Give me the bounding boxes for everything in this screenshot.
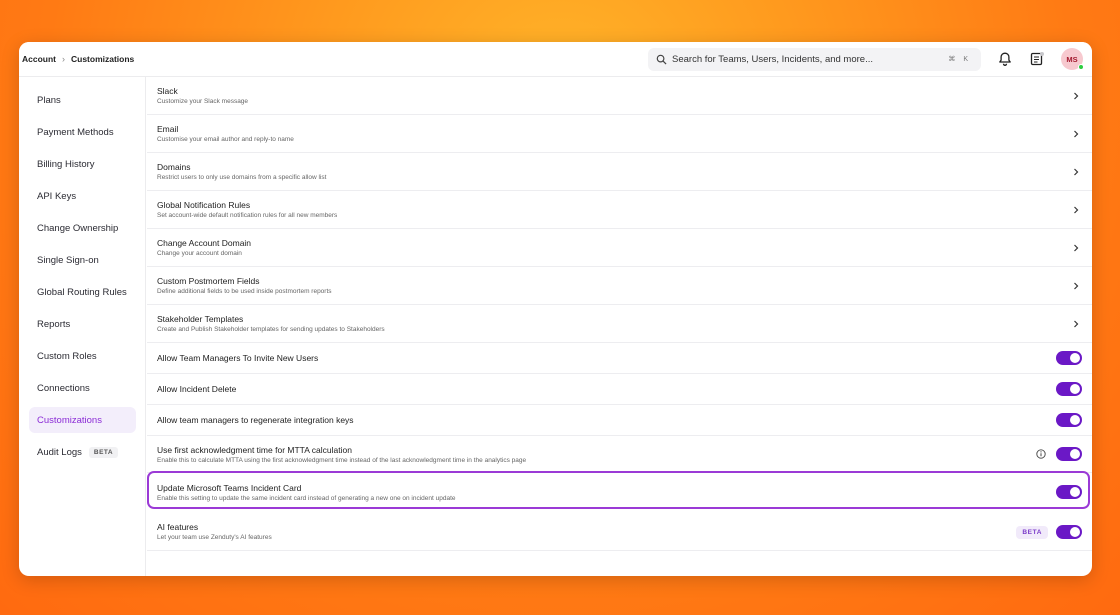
- toggle-switch[interactable]: [1056, 351, 1082, 365]
- changelog-icon[interactable]: [1029, 51, 1045, 67]
- online-status-dot: [1078, 64, 1084, 70]
- setting-description: Enable this setting to update the same i…: [157, 495, 456, 502]
- search-input[interactable]: Search for Teams, Users, Incidents, and …: [648, 48, 981, 71]
- setting-ai-features: AI features Let your team use Zenduty's …: [147, 513, 1092, 551]
- setting-domains[interactable]: Domains Restrict users to only use domai…: [147, 153, 1092, 191]
- setting-title: Change Account Domain: [157, 238, 252, 248]
- sidebar-item-label: Customizations: [37, 414, 102, 426]
- toggle-switch[interactable]: [1056, 485, 1082, 499]
- breadcrumb-account[interactable]: Account: [22, 54, 56, 64]
- search-placeholder: Search for Teams, Users, Incidents, and …: [672, 54, 873, 65]
- setting-custom-postmortem-fields[interactable]: Custom Postmortem Fields Define addition…: [147, 267, 1092, 305]
- setting-change-account-domain[interactable]: Change Account Domain Change your accoun…: [147, 229, 1092, 267]
- setting-description: Change your account domain: [157, 250, 242, 257]
- setting-allow-incident-delete: Allow Incident Delete: [147, 374, 1092, 405]
- setting-title: AI features: [157, 522, 199, 532]
- setting-global-notification-rules[interactable]: Global Notification Rules Set account-wi…: [147, 191, 1092, 229]
- avatar[interactable]: MS: [1061, 48, 1084, 70]
- sidebar-item-label: Reports: [37, 318, 71, 330]
- setting-mtta-calculation: Use first acknowledgment time for MTTA c…: [147, 436, 1092, 473]
- sidebar-item-label: Custom Roles: [37, 350, 97, 362]
- setting-title: Use first acknowledgment time for MTTA c…: [157, 445, 352, 455]
- sidebar-item-label: Single Sign-on: [37, 254, 99, 266]
- sidebar-item-label: Payment Methods: [37, 126, 114, 138]
- settings-list: Slack Customize your Slack message Email…: [147, 77, 1092, 576]
- top-bar: Account › Customizations Search for Team…: [19, 42, 1092, 77]
- chevron-right-icon: [1074, 244, 1079, 252]
- sidebar-item-connections[interactable]: Connections: [29, 375, 136, 401]
- setting-description: Define additional fields to be used insi…: [157, 288, 332, 295]
- sidebar-item-billing-history[interactable]: Billing History: [29, 151, 136, 177]
- setting-email[interactable]: Email Customise your email author and re…: [147, 115, 1092, 153]
- setting-description: Let your team use Zenduty's AI features: [157, 534, 272, 541]
- toggle-switch[interactable]: [1056, 525, 1082, 539]
- setting-title: Global Notification Rules: [157, 200, 251, 210]
- setting-title: Update Microsoft Teams Incident Card: [157, 483, 302, 493]
- setting-description: Enable this to calculate MTTA using the …: [157, 457, 527, 464]
- search-icon: [656, 54, 667, 65]
- chevron-right-icon: [1074, 206, 1079, 214]
- sidebar-item-global-routing-rules[interactable]: Global Routing Rules: [29, 279, 136, 305]
- toggle-switch[interactable]: [1056, 447, 1082, 461]
- bell-icon[interactable]: [997, 51, 1013, 67]
- sidebar-item-api-keys[interactable]: API Keys: [29, 183, 136, 209]
- setting-allow-team-managers-invite: Allow Team Managers To Invite New Users: [147, 343, 1092, 374]
- toggle-switch[interactable]: [1056, 382, 1082, 396]
- sidebar-item-payment-methods[interactable]: Payment Methods: [29, 119, 136, 145]
- sidebar-item-audit-logs[interactable]: Audit Logs BETA: [29, 439, 136, 465]
- avatar-initials: MS: [1066, 54, 1078, 64]
- breadcrumb: Account › Customizations: [22, 54, 134, 64]
- sidebar-item-label: Change Ownership: [37, 222, 119, 234]
- setting-description: Customise your email author and reply-to…: [157, 136, 294, 143]
- chevron-right-icon: [1074, 282, 1079, 290]
- setting-description: Customize your Slack message: [157, 98, 249, 105]
- sidebar-item-change-ownership[interactable]: Change Ownership: [29, 215, 136, 241]
- setting-slack[interactable]: Slack Customize your Slack message: [147, 77, 1092, 115]
- sidebar-item-label: Connections: [37, 382, 90, 394]
- sidebar-item-customizations[interactable]: Customizations: [29, 407, 136, 433]
- setting-title: Custom Postmortem Fields: [157, 276, 260, 286]
- chevron-right-icon: [1074, 130, 1079, 138]
- chevron-right-icon: [1074, 320, 1079, 328]
- sidebar: Plans Payment Methods Billing History AP…: [19, 77, 146, 576]
- setting-title: Domains: [157, 162, 191, 172]
- sidebar-item-custom-roles[interactable]: Custom Roles: [29, 343, 136, 369]
- beta-badge: BETA: [1016, 526, 1048, 539]
- setting-title: Stakeholder Templates: [157, 314, 244, 324]
- sidebar-item-label: Audit Logs: [37, 446, 82, 458]
- sidebar-item-label: API Keys: [37, 190, 77, 202]
- sidebar-item-reports[interactable]: Reports: [29, 311, 136, 337]
- setting-title: Slack: [157, 86, 178, 96]
- setting-title: Allow Incident Delete: [157, 384, 237, 394]
- chevron-right-icon: [1074, 92, 1079, 100]
- setting-stakeholder-templates[interactable]: Stakeholder Templates Create and Publish…: [147, 305, 1092, 343]
- sidebar-item-plans[interactable]: Plans: [29, 87, 136, 113]
- setting-title: Allow Team Managers To Invite New Users: [157, 353, 319, 363]
- chevron-right-icon: ›: [62, 54, 65, 64]
- setting-description: Restrict users to only use domains from …: [157, 174, 327, 181]
- setting-update-teams-incident-card: Update Microsoft Teams Incident Card Ena…: [147, 471, 1092, 511]
- sidebar-item-single-sign-on[interactable]: Single Sign-on: [29, 247, 136, 273]
- sidebar-item-label: Billing History: [37, 158, 95, 170]
- setting-title: Email: [157, 124, 179, 134]
- setting-description: Set account-wide default notification ru…: [157, 212, 338, 219]
- setting-title: Allow team managers to regenerate integr…: [157, 415, 354, 425]
- setting-description: Create and Publish Stakeholder templates…: [157, 326, 385, 333]
- breadcrumb-current: Customizations: [71, 54, 135, 64]
- chevron-right-icon: [1074, 168, 1079, 176]
- toggle-switch[interactable]: [1056, 413, 1082, 427]
- sidebar-item-label: Plans: [37, 94, 61, 106]
- info-icon[interactable]: [1036, 449, 1046, 459]
- search-shortcut: ⌘ K: [948, 56, 971, 63]
- setting-regenerate-integration-keys: Allow team managers to regenerate integr…: [147, 405, 1092, 436]
- app-window: Account › Customizations Search for Team…: [19, 42, 1092, 576]
- beta-badge: BETA: [88, 446, 119, 458]
- sidebar-item-label: Global Routing Rules: [37, 286, 127, 298]
